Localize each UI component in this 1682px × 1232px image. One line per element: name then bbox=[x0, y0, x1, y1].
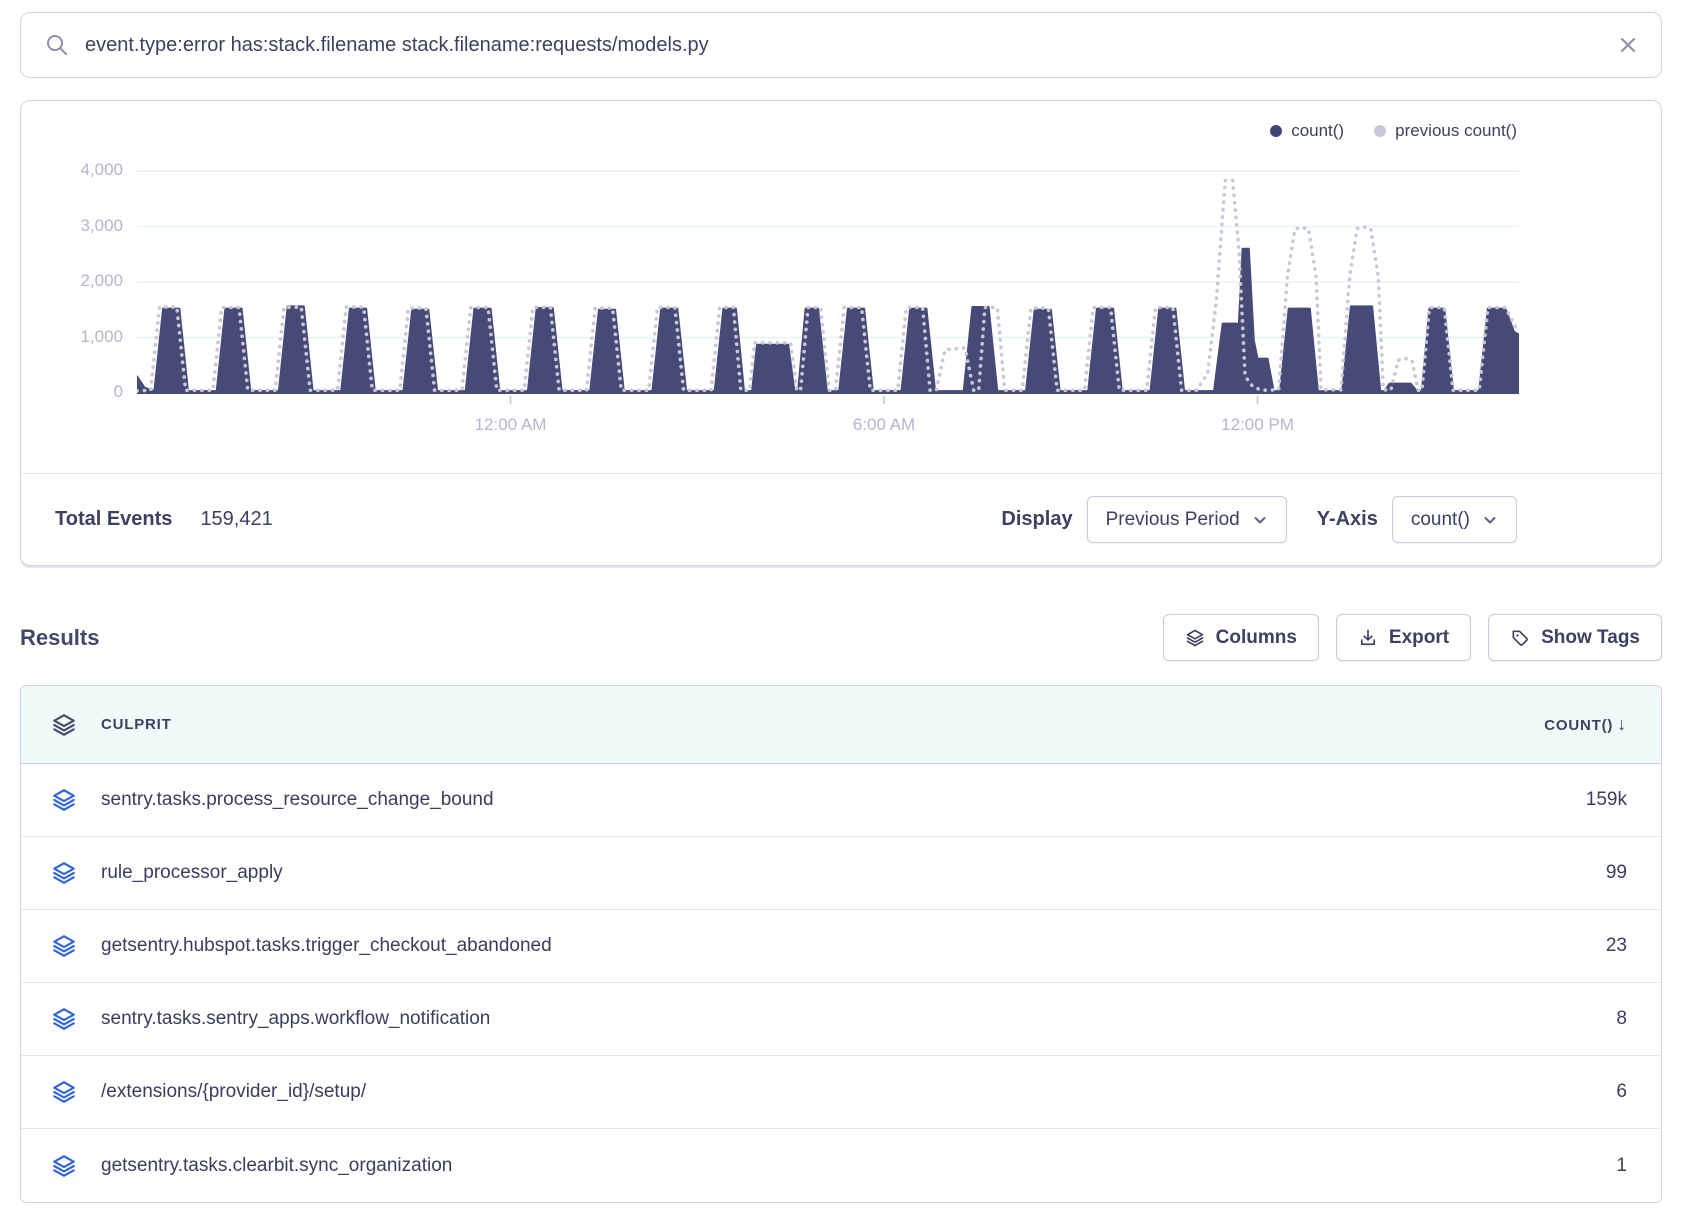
chart-legend: count() previous count() bbox=[31, 117, 1517, 145]
chevron-down-icon bbox=[1482, 512, 1498, 528]
display-dropdown-value: Previous Period bbox=[1106, 509, 1240, 531]
close-icon[interactable] bbox=[1617, 34, 1639, 56]
culprit-cell[interactable]: rule_processor_apply bbox=[101, 862, 1407, 884]
y-axis-tick-label: 1,000 bbox=[80, 327, 123, 347]
chart-plot-area[interactable]: 12:00 AM 6:00 AM 12:00 PM bbox=[137, 153, 1519, 449]
y-axis-tick-label: 0 bbox=[114, 382, 123, 402]
table-row[interactable]: /extensions/{provider_id}/setup/ 6 bbox=[21, 1056, 1661, 1129]
search-icon bbox=[45, 33, 69, 57]
layers-icon bbox=[51, 787, 77, 813]
y-axis-tick-label: 3,000 bbox=[80, 216, 123, 236]
table-header-row: CULPRIT COUNT()↓ bbox=[21, 686, 1661, 764]
download-icon bbox=[1358, 628, 1378, 648]
culprit-cell[interactable]: sentry.tasks.process_resource_change_bou… bbox=[101, 789, 1407, 811]
x-axis-tick-label: 12:00 AM bbox=[475, 415, 547, 435]
chart-body: count() previous count() 4,000 3,000 2,000… bbox=[21, 101, 1661, 449]
table-row[interactable]: getsentry.hubspot.tasks.trigger_checkout… bbox=[21, 910, 1661, 983]
table-row[interactable]: getsentry.tasks.clearbit.sync_organizati… bbox=[21, 1129, 1661, 1202]
show-tags-button[interactable]: Show Tags bbox=[1488, 614, 1662, 661]
results-header-row: Results Columns Export Show Tags bbox=[20, 614, 1662, 661]
events-chart-card: count() previous count() 4,000 3,000 2,000… bbox=[20, 100, 1662, 566]
search-input[interactable] bbox=[85, 34, 1617, 57]
y-axis-tick-label: 4,000 bbox=[80, 160, 123, 180]
culprit-cell[interactable]: /extensions/{provider_id}/setup/ bbox=[101, 1081, 1407, 1103]
layers-icon bbox=[51, 1006, 77, 1032]
layers-icon bbox=[51, 1153, 77, 1179]
count-cell: 6 bbox=[1407, 1081, 1627, 1103]
count-cell: 1 bbox=[1407, 1155, 1627, 1177]
export-button-label: Export bbox=[1389, 627, 1449, 649]
count-cell: 23 bbox=[1407, 935, 1627, 957]
display-label: Display bbox=[1001, 508, 1072, 531]
export-button[interactable]: Export bbox=[1336, 614, 1471, 661]
layers-icon bbox=[51, 712, 77, 738]
results-table-body: sentry.tasks.process_resource_change_bou… bbox=[21, 764, 1661, 1202]
legend-label: previous count() bbox=[1395, 121, 1517, 141]
legend-label: count() bbox=[1291, 121, 1344, 141]
culprit-cell[interactable]: sentry.tasks.sentry_apps.workflow_notifi… bbox=[101, 1008, 1407, 1030]
events-area-chart[interactable] bbox=[137, 153, 1519, 405]
chevron-down-icon bbox=[1252, 512, 1268, 528]
results-table: CULPRIT COUNT()↓ sentry.tasks.process_re… bbox=[20, 685, 1662, 1203]
show-tags-button-label: Show Tags bbox=[1541, 627, 1640, 649]
columns-button-label: Columns bbox=[1216, 627, 1297, 649]
column-header-culprit[interactable]: CULPRIT bbox=[101, 716, 1407, 733]
x-axis-tick-label: 12:00 PM bbox=[1221, 415, 1294, 435]
culprit-cell[interactable]: getsentry.hubspot.tasks.trigger_checkout… bbox=[101, 935, 1407, 957]
yaxis-dropdown[interactable]: count() bbox=[1392, 496, 1517, 543]
y-axis: 4,000 3,000 2,000 1,000 0 bbox=[31, 153, 123, 405]
previous-count-series-dot-icon bbox=[1374, 125, 1386, 137]
total-events-label: Total Events bbox=[55, 508, 172, 531]
results-toolbar: Columns Export Show Tags bbox=[1163, 614, 1662, 661]
culprit-cell[interactable]: getsentry.tasks.clearbit.sync_organizati… bbox=[101, 1155, 1407, 1177]
y-axis-tick-label: 2,000 bbox=[80, 271, 123, 291]
total-events-value: 159,421 bbox=[200, 508, 272, 531]
yaxis-label: Y-Axis bbox=[1317, 508, 1378, 531]
tag-icon bbox=[1510, 628, 1530, 648]
column-header-count[interactable]: COUNT()↓ bbox=[1407, 714, 1627, 735]
legend-item-count[interactable]: count() bbox=[1270, 121, 1344, 141]
table-row[interactable]: sentry.tasks.process_resource_change_bou… bbox=[21, 764, 1661, 837]
table-row[interactable]: rule_processor_apply 99 bbox=[21, 837, 1661, 910]
layers-icon bbox=[51, 933, 77, 959]
discover-search-bar bbox=[20, 12, 1662, 78]
results-heading: Results bbox=[20, 625, 99, 651]
chart-footer: Total Events 159,421 Display Previous Pe… bbox=[21, 473, 1661, 565]
yaxis-dropdown-value: count() bbox=[1411, 509, 1470, 531]
x-axis-tick-label: 6:00 AM bbox=[853, 415, 915, 435]
count-cell: 99 bbox=[1407, 862, 1627, 884]
count-series-dot-icon bbox=[1270, 125, 1282, 137]
table-row[interactable]: sentry.tasks.sentry_apps.workflow_notifi… bbox=[21, 983, 1661, 1056]
columns-button[interactable]: Columns bbox=[1163, 614, 1319, 661]
count-cell: 159k bbox=[1407, 789, 1627, 811]
legend-item-previous-count[interactable]: previous count() bbox=[1374, 121, 1517, 141]
layers-icon bbox=[51, 860, 77, 886]
plot-row: 4,0003,0002,0001,0000 12:00 AM6:00 AM12:… bbox=[31, 153, 1517, 449]
count-cell: 8 bbox=[1407, 1008, 1627, 1030]
layers-icon bbox=[51, 1079, 77, 1105]
display-dropdown[interactable]: Previous Period bbox=[1087, 496, 1287, 543]
layers-icon bbox=[1185, 628, 1205, 648]
sort-desc-icon: ↓ bbox=[1617, 714, 1627, 734]
